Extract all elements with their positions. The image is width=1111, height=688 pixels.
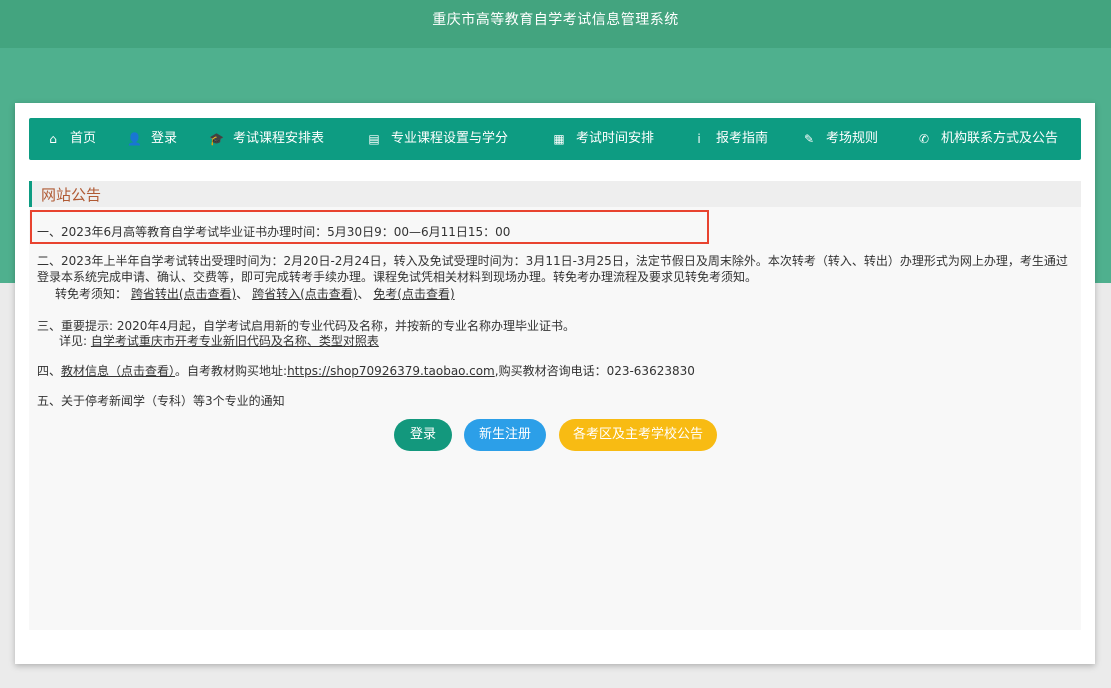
- cross-province-out-link[interactable]: 跨省转出(点击查看): [131, 287, 236, 301]
- item4-suffix: ,购买教材咨询电话：023-63623830: [494, 364, 695, 378]
- main-nav: ⌂ 首页 👤 登录 🎓 考试课程安排表 ▤ 专业课程设置与学分 ▦ 考试时间安排 i 报考指…: [29, 118, 1081, 160]
- main-card: ⌂ 首页 👤 登录 🎓 考试课程安排表 ▤ 专业课程设置与学分 ▦ 考试时间安排 i 报考指…: [15, 103, 1095, 664]
- pencil-icon: ✎: [803, 132, 815, 146]
- home-icon: ⌂: [49, 132, 57, 146]
- major-code-table-link[interactable]: 自学考试重庆市开考专业新旧代码及名称、类型对照表: [91, 334, 379, 348]
- nav-item-guide[interactable]: i 报考指南: [692, 118, 768, 160]
- nav-item-contacts[interactable]: ✆ 机构联系方式及公告: [917, 118, 1058, 160]
- phone-icon: ✆: [918, 132, 930, 146]
- login-button[interactable]: 登录: [394, 419, 452, 451]
- nav-item-label: 专业课程设置与学分: [391, 131, 509, 146]
- taobao-shop-link[interactable]: https://shop70926379.taobao.com: [287, 364, 495, 378]
- register-button[interactable]: 新生注册: [464, 419, 546, 451]
- nav-item-label: 考试时间安排: [576, 131, 655, 146]
- nav-item-rules[interactable]: ✎ 考场规则: [802, 118, 878, 160]
- notice-item-3-detail: 详见: 自学考试重庆市开考专业新旧代码及名称、类型对照表: [59, 332, 379, 349]
- notice-item-4: 四、教材信息（点击查看）。自考教材购买地址:https://shop709263…: [37, 362, 695, 379]
- calendar-icon: ▦: [553, 132, 565, 146]
- nav-item-label: 报考指南: [716, 131, 769, 146]
- user-icon: 👤: [127, 132, 142, 146]
- id-card-icon: ▤: [368, 132, 380, 146]
- nav-item-label: 首页: [70, 131, 97, 146]
- separator: 、: [357, 287, 370, 301]
- nav-item-exam-time[interactable]: ▦ 考试时间安排: [552, 118, 654, 160]
- site-title: 重庆市高等教育自学考试信息管理系统: [432, 12, 679, 28]
- detail-label: 详见:: [59, 334, 88, 348]
- nav-item-label: 考场规则: [826, 131, 879, 146]
- exemption-link[interactable]: 免考(点击查看): [373, 287, 454, 301]
- nav-item-label: 机构联系方式及公告: [941, 131, 1059, 146]
- notice-item-1: 一、2023年6月高等教育自学考试毕业证书办理时间：5月30日9：00—6月11…: [37, 225, 511, 239]
- item4-mid: 。自考教材购买地址:: [175, 364, 288, 378]
- notice-heading: 网站公告: [41, 186, 102, 204]
- info-icon: i: [697, 132, 701, 146]
- nav-item-label: 登录: [151, 131, 178, 146]
- exam-area-notice-button[interactable]: 各考区及主考学校公告: [559, 419, 717, 451]
- notice-heading-bar: 网站公告: [29, 181, 1081, 207]
- notice-panel: 网站公告 一、2023年6月高等教育自学考试毕业证书办理时间：5月30日9：00…: [29, 181, 1081, 630]
- textbook-info-link[interactable]: 教材信息（点击查看）: [61, 364, 175, 378]
- nav-item-exam-schedule[interactable]: 🎓 考试课程安排表: [209, 118, 324, 160]
- graduation-cap-icon: 🎓: [209, 132, 224, 146]
- notice-item-2: 二、2023年上半年自学考试转出受理时间为：2月20日-2月24日，转入及免试受…: [37, 254, 1068, 284]
- nav-item-login[interactable]: 👤 登录: [127, 118, 177, 160]
- separator: 、: [236, 287, 249, 301]
- notice-item-2-links: 转免考须知： 跨省转出(点击查看)、 跨省转入(点击查看)、 免考(点击查看): [55, 285, 455, 302]
- item4-prefix: 四、: [37, 364, 62, 378]
- nav-item-home[interactable]: ⌂ 首页: [46, 118, 96, 160]
- notice-item-5[interactable]: 五、关于停考新闻学（专科）等3个专业的通知: [37, 392, 285, 409]
- transfer-notice-label: 转免考须知：: [55, 287, 128, 301]
- cross-province-in-link[interactable]: 跨省转入(点击查看): [252, 287, 357, 301]
- nav-item-label: 考试课程安排表: [233, 131, 325, 146]
- nav-item-major-courses[interactable]: ▤ 专业课程设置与学分: [367, 118, 508, 160]
